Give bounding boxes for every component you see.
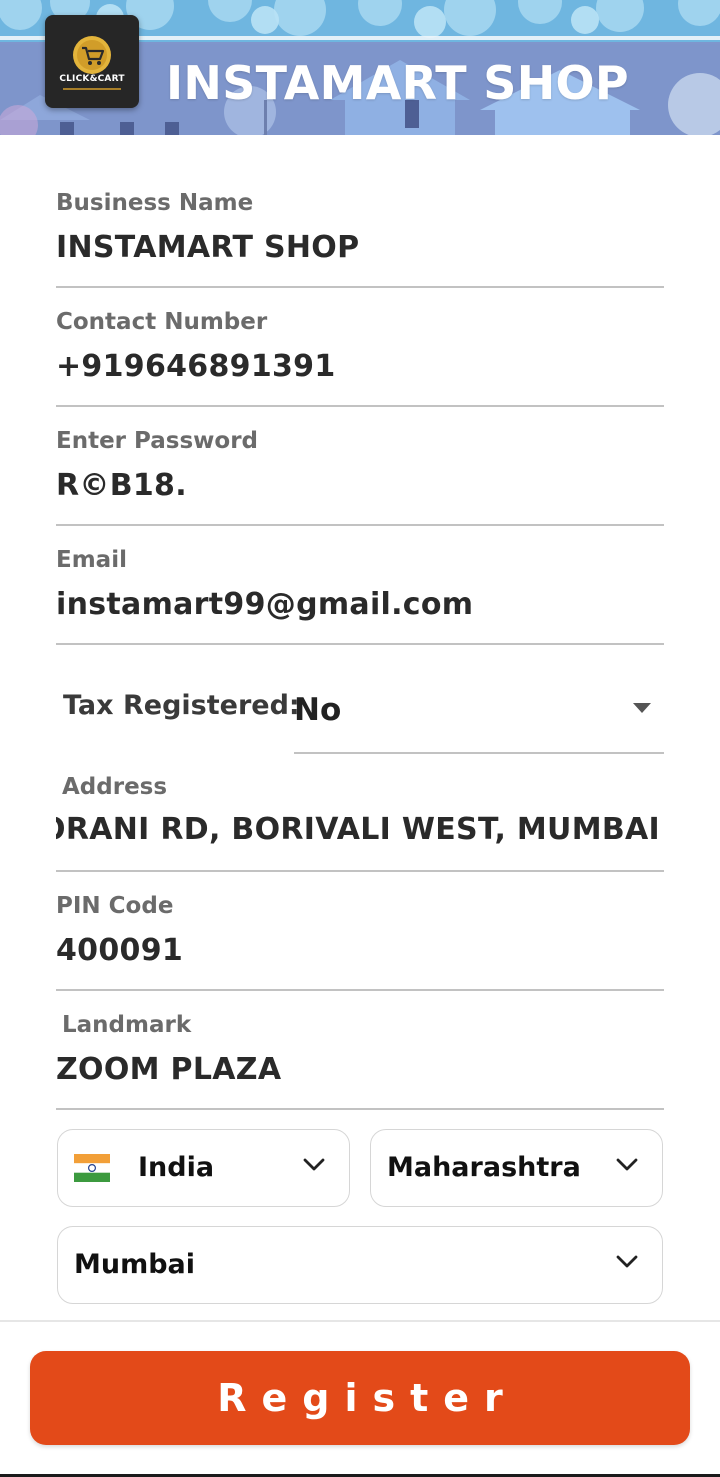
email-field[interactable]: Email instamart99@gmail.com (56, 547, 664, 645)
contact-number-label: Contact Number (56, 309, 268, 335)
state-value: Maharashtra (387, 1152, 581, 1183)
tax-registered-label: Tax Registered: (63, 690, 300, 721)
password-input[interactable]: R©B18. (56, 468, 187, 503)
password-label: Enter Password (56, 428, 259, 454)
pin-code-field[interactable]: PIN Code 400091 (56, 893, 664, 991)
app-logo: CLICK&CART (45, 15, 139, 108)
chevron-down-icon (303, 1158, 325, 1171)
address-label: Address (62, 774, 168, 800)
footer-divider (0, 1320, 720, 1322)
landmark-label: Landmark (62, 1012, 192, 1038)
tax-registered-value: No (294, 692, 342, 728)
register-label: Register (217, 1376, 518, 1420)
email-input[interactable]: instamart99@gmail.com (56, 587, 473, 622)
country-dropdown[interactable]: India (57, 1129, 350, 1207)
country-value: India (138, 1152, 215, 1183)
pin-code-label: PIN Code (56, 893, 174, 919)
register-button[interactable]: Register (30, 1351, 690, 1445)
address-input-viewport[interactable]: GORANI RD, BORIVALI WEST, MUMBAI (56, 812, 664, 856)
pin-code-input[interactable]: 400091 (56, 933, 183, 968)
cart-logo-icon (73, 36, 111, 74)
landmark-field[interactable]: Landmark ZOOM PLAZA (56, 1012, 664, 1110)
page-title: INSTAMART SHOP (166, 56, 629, 110)
logo-text: CLICK&CART (59, 74, 125, 84)
header-banner: CLICK&CART INSTAMART SHOP (0, 0, 720, 135)
state-dropdown[interactable]: Maharashtra (370, 1129, 663, 1207)
tax-registered-select[interactable]: No (294, 680, 664, 754)
contact-number-field[interactable]: Contact Number +919646891391 (56, 309, 664, 407)
chevron-down-icon (616, 1158, 638, 1171)
address-field[interactable]: Address GORANI RD, BORIVALI WEST, MUMBAI (56, 774, 664, 872)
email-label: Email (56, 547, 127, 573)
india-flag-icon (74, 1154, 110, 1182)
contact-number-input[interactable]: +919646891391 (56, 349, 336, 384)
business-name-field[interactable]: Business Name INSTAMART SHOP (56, 190, 664, 288)
business-name-input[interactable]: INSTAMART SHOP (56, 230, 359, 265)
chevron-down-icon (616, 1255, 638, 1268)
logo-tagline-bar (63, 88, 121, 90)
password-field[interactable]: Enter Password R©B18. (56, 428, 664, 526)
caret-down-icon (633, 703, 651, 713)
city-dropdown[interactable]: Mumbai (57, 1226, 663, 1304)
business-name-label: Business Name (56, 190, 254, 216)
address-input: GORANI RD, BORIVALI WEST, MUMBAI (56, 812, 660, 847)
landmark-input[interactable]: ZOOM PLAZA (56, 1052, 281, 1087)
city-value: Mumbai (74, 1249, 196, 1280)
registration-screen: CLICK&CART INSTAMART SHOP Business Name … (0, 0, 720, 1477)
